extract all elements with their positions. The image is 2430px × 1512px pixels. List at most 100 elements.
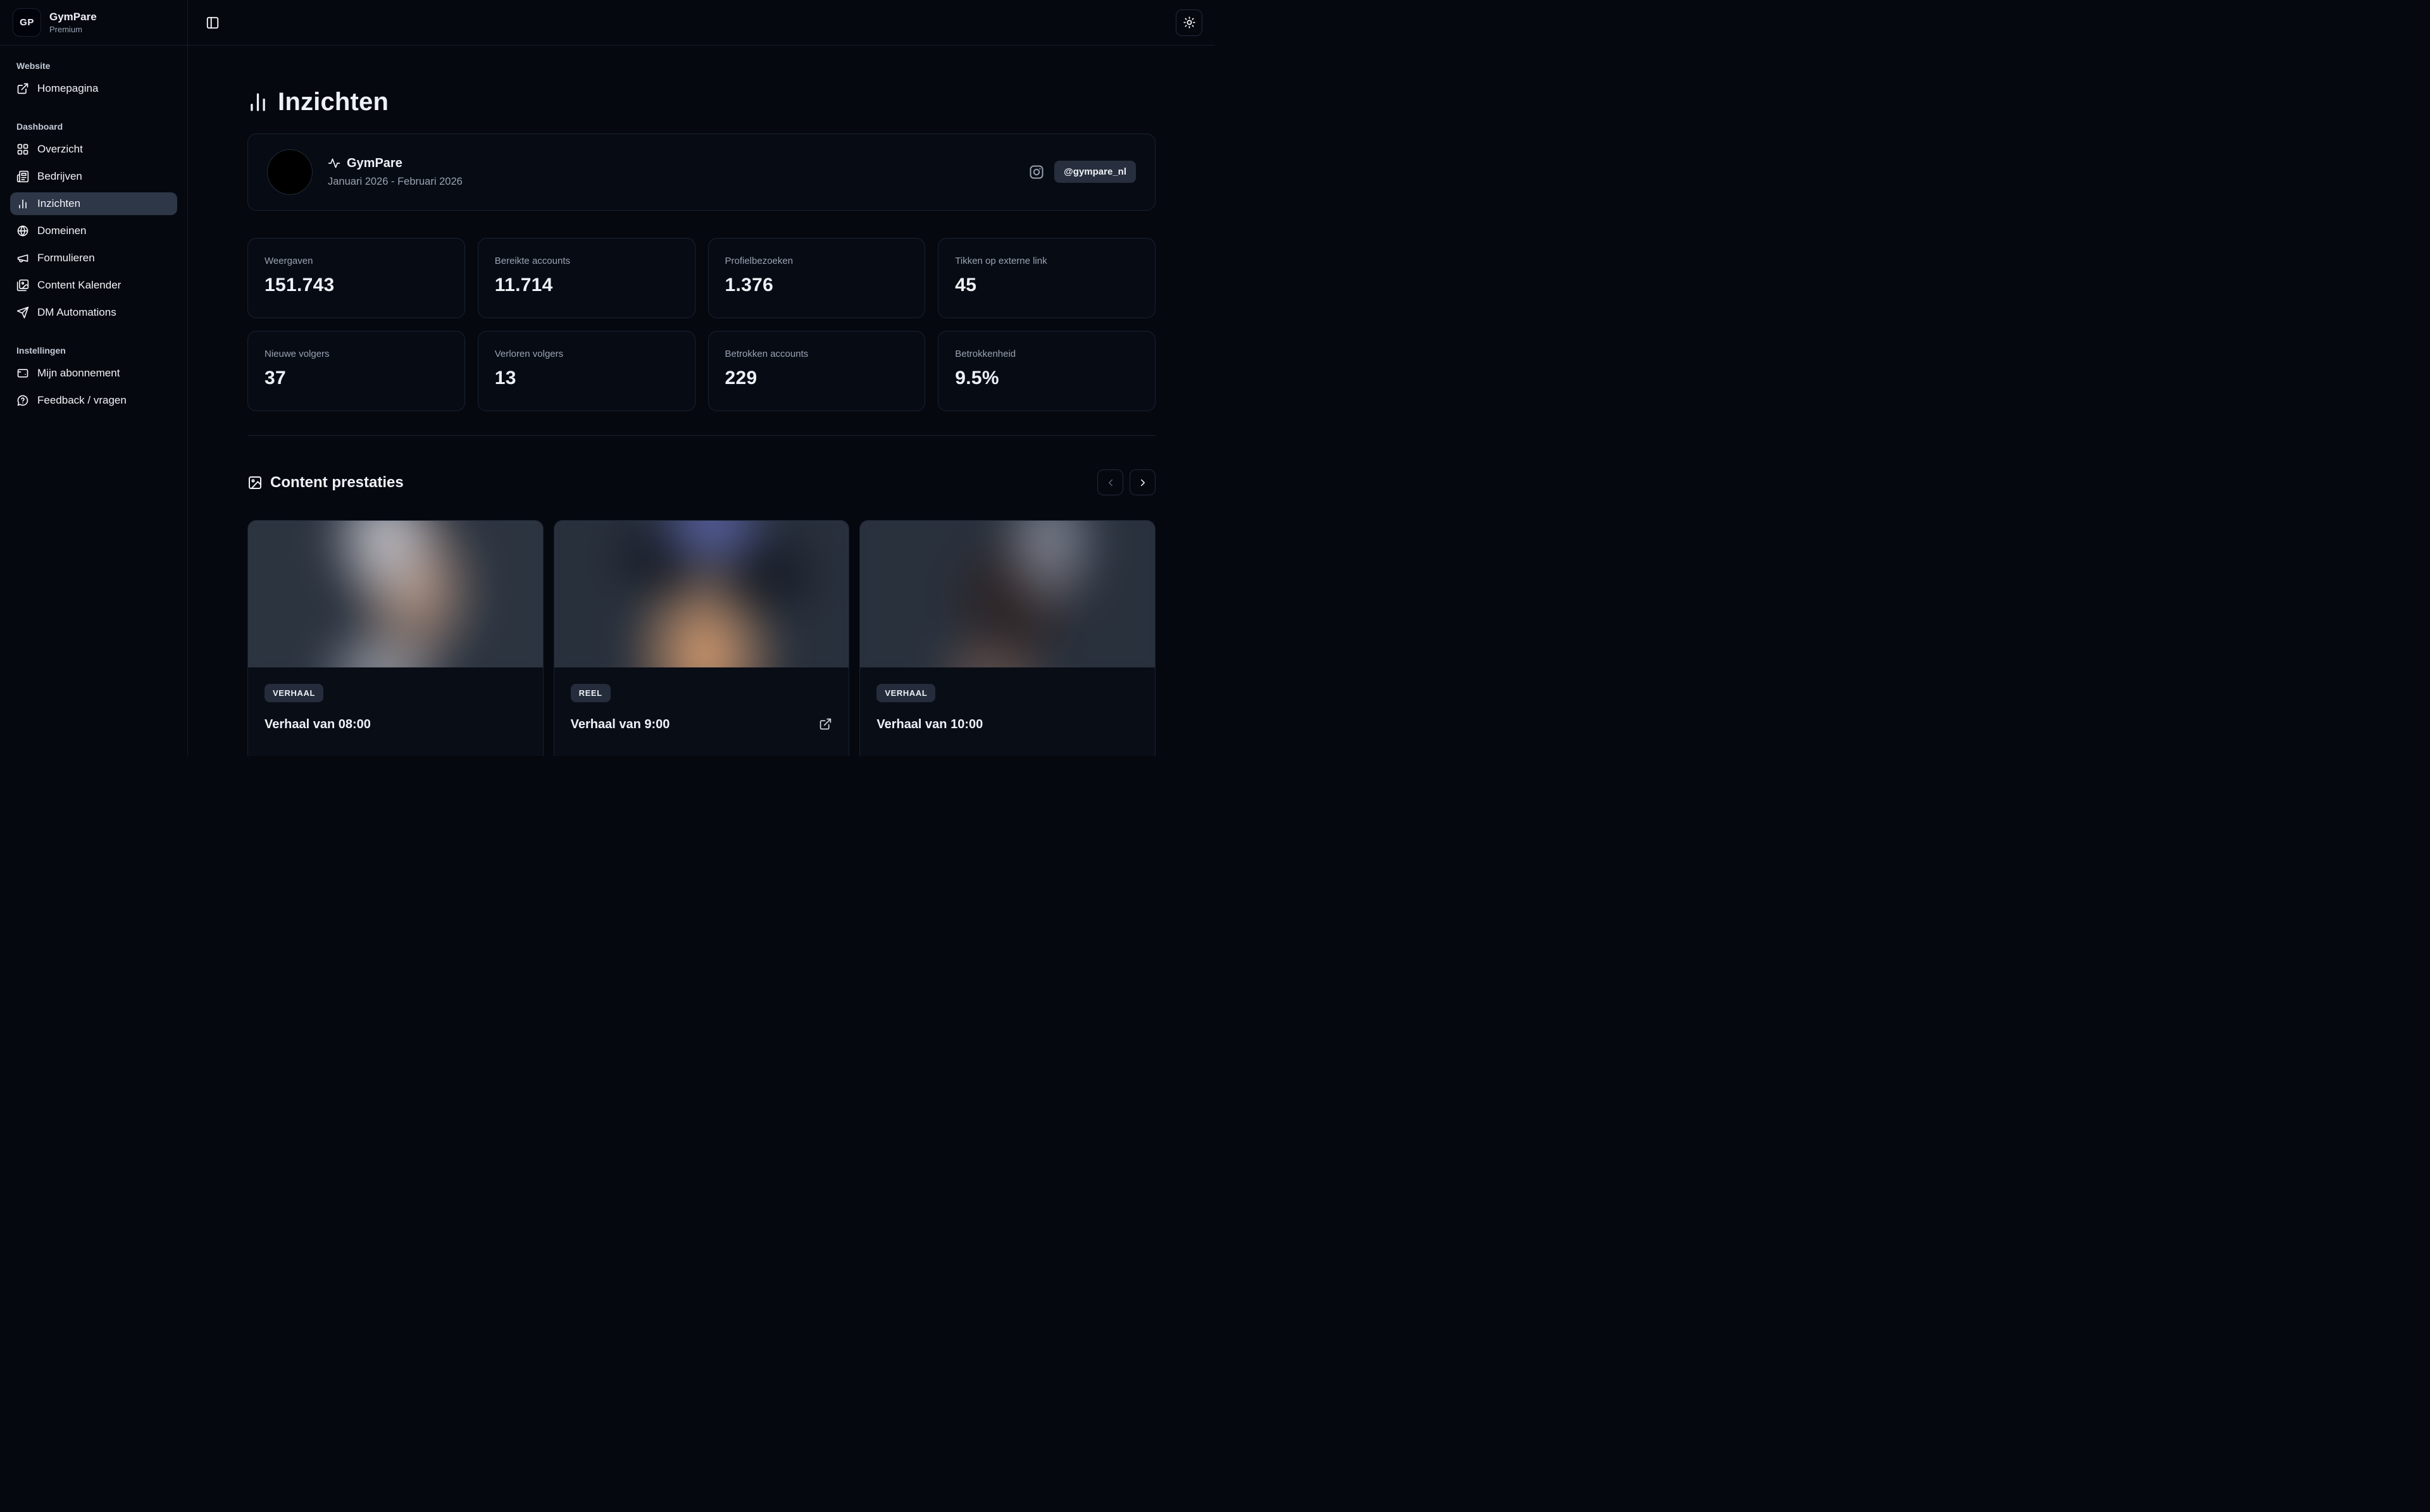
sidebar-item-label: Content Kalender xyxy=(37,279,121,292)
sidebar-item-overzicht[interactable]: Overzicht xyxy=(10,138,177,161)
sidebar-item-feedback-vragen[interactable]: Feedback / vragen xyxy=(10,389,177,412)
content-type-badge: VERHAAL xyxy=(876,684,935,702)
globe-icon xyxy=(16,225,29,237)
stat-value: 9.5% xyxy=(955,368,1138,389)
sidebar-item-formulieren[interactable]: Formulieren xyxy=(10,247,177,270)
content: Inzichten GymPare Januari 2026 - Februar… xyxy=(188,46,1215,756)
open-post-button[interactable] xyxy=(819,717,832,733)
image-icon xyxy=(247,475,263,490)
content-type-badge: VERHAAL xyxy=(265,684,323,702)
brand-plan: Premium xyxy=(49,25,97,35)
stat-value: 11.714 xyxy=(495,275,678,296)
stat-label: Profielbezoeken xyxy=(725,256,909,266)
sidebar-item-label: Mijn abonnement xyxy=(37,367,120,380)
sidebar-item-domeinen[interactable]: Domeinen xyxy=(10,220,177,242)
sidebar-item-label: Formulieren xyxy=(37,252,95,264)
sidebar-item-content-kalender[interactable]: Content Kalender xyxy=(10,274,177,297)
app-window: GP GymPare Premium Website Homepagina Da… xyxy=(0,0,1215,756)
stat-label: Nieuwe volgers xyxy=(265,349,448,359)
stat-label: Betrokken accounts xyxy=(725,349,909,359)
content-card-verhaal-0900[interactable]: REEL Verhaal van 9:00 ALGEMENE STATISTIE… xyxy=(554,520,850,756)
content-card-title-row: Verhaal van 9:00 xyxy=(571,717,833,733)
stat-label: Verloren volgers xyxy=(495,349,678,359)
main-area: Inzichten GymPare Januari 2026 - Februar… xyxy=(188,0,1215,756)
images-icon xyxy=(16,279,29,292)
bar-chart-icon xyxy=(247,92,268,113)
sidebar-nav: Website Homepagina Dashboard Overzicht B… xyxy=(0,46,187,431)
stat-card-profielbezoeken: Profielbezoeken 1.376 xyxy=(708,238,926,318)
content-card-image xyxy=(860,521,1155,667)
content-prestaties-title-text: Content prestaties xyxy=(270,474,404,492)
content-card-body: REEL Verhaal van 9:00 ALGEMENE STATISTIE… xyxy=(554,667,849,756)
content-card-image xyxy=(554,521,849,667)
content-prestaties-title: Content prestaties xyxy=(247,474,404,492)
stat-card-bereikte-accounts: Bereikte accounts 11.714 xyxy=(478,238,695,318)
nav-section-dashboard: Dashboard Overzicht Bedrijven Inzichten … xyxy=(10,121,177,324)
nav-section-instellingen: Instellingen Mijn abonnement Feedback / … xyxy=(10,345,177,412)
nav-section-website: Website Homepagina xyxy=(10,61,177,100)
stat-value: 37 xyxy=(265,368,448,389)
sidebar-item-label: Domeinen xyxy=(37,225,87,237)
content-card-verhaal-1000[interactable]: VERHAAL Verhaal van 10:00 ALGEMENE STATI… xyxy=(859,520,1156,756)
stat-card-tikken-externe-link: Tikken op externe link 45 xyxy=(938,238,1156,318)
content-card-title: Verhaal van 9:00 xyxy=(571,717,670,732)
profile-period: Januari 2026 - Februari 2026 xyxy=(328,176,463,188)
carousel-next-button[interactable] xyxy=(1130,469,1156,495)
sidebar-item-label: Homepagina xyxy=(37,82,98,95)
activity-icon xyxy=(328,157,340,170)
theme-toggle-button[interactable] xyxy=(1176,9,1202,36)
content-card-title-row: Verhaal van 08:00 xyxy=(265,717,526,732)
stat-card-weergaven: Weergaven 151.743 xyxy=(247,238,465,318)
carousel-prev-button[interactable] xyxy=(1097,469,1123,495)
content-card-body: VERHAAL Verhaal van 10:00 ALGEMENE STATI… xyxy=(860,667,1155,756)
bar-chart-icon xyxy=(16,197,29,210)
help-chat-icon xyxy=(16,394,29,407)
stat-card-betrokkenheid: Betrokkenheid 9.5% xyxy=(938,331,1156,411)
sidebar-toggle-button[interactable] xyxy=(206,16,220,30)
sidebar-item-label: Bedrijven xyxy=(37,170,82,183)
stats-grid: Weergaven 151.743 Bereikte accounts 11.7… xyxy=(247,238,1156,411)
sidebar-item-dm-automations[interactable]: DM Automations xyxy=(10,301,177,324)
stat-label: Betrokkenheid xyxy=(955,349,1138,359)
sidebar-item-label: Feedback / vragen xyxy=(37,394,127,407)
sun-icon xyxy=(1183,16,1196,29)
brand-header: GP GymPare Premium xyxy=(0,0,187,46)
stat-card-nieuwe-volgers: Nieuwe volgers 37 xyxy=(247,331,465,411)
panel-left-icon xyxy=(206,16,220,30)
stat-card-betrokken-accounts: Betrokken accounts 229 xyxy=(708,331,926,411)
content-card-title: Verhaal van 08:00 xyxy=(265,717,371,732)
newspaper-icon xyxy=(16,170,29,183)
sidebar-item-label: Inzichten xyxy=(37,197,80,210)
brand-name: GymPare xyxy=(49,11,97,23)
stat-value: 151.743 xyxy=(265,275,448,296)
brand-logo: GP xyxy=(13,8,41,37)
nav-section-label: Instellingen xyxy=(16,345,171,356)
instagram-handle-badge[interactable]: @gympare_nl xyxy=(1054,161,1136,183)
stat-card-verloren-volgers: Verloren volgers 13 xyxy=(478,331,695,411)
page-title-text: Inzichten xyxy=(278,88,389,116)
external-link-icon xyxy=(16,82,29,95)
sidebar-item-bedrijven[interactable]: Bedrijven xyxy=(10,165,177,188)
stat-value: 229 xyxy=(725,368,909,389)
sidebar-item-label: Overzicht xyxy=(37,143,83,156)
sidebar-item-label: DM Automations xyxy=(37,306,116,319)
megaphone-icon xyxy=(16,252,29,264)
wallet-icon xyxy=(16,367,29,380)
chevron-right-icon xyxy=(1137,477,1149,488)
carousel-controls xyxy=(1097,469,1156,495)
content-card-title: Verhaal van 10:00 xyxy=(876,717,983,732)
content-card-verhaal-0800[interactable]: VERHAAL Verhaal van 08:00 ALGEMENE STATI… xyxy=(247,520,544,756)
stat-label: Weergaven xyxy=(265,256,448,266)
sidebar-item-homepagina[interactable]: Homepagina xyxy=(10,77,177,100)
sidebar-item-inzichten[interactable]: Inzichten xyxy=(10,192,177,215)
section-divider xyxy=(247,435,1156,436)
stat-value: 45 xyxy=(955,275,1138,296)
stat-value: 13 xyxy=(495,368,678,389)
sidebar: GP GymPare Premium Website Homepagina Da… xyxy=(0,0,188,756)
page-title: Inzichten xyxy=(247,88,1156,116)
profile-social: @gympare_nl xyxy=(1029,161,1136,183)
sidebar-item-mijn-abonnement[interactable]: Mijn abonnement xyxy=(10,362,177,385)
profile-name: GymPare xyxy=(347,156,402,171)
content-card-body: VERHAAL Verhaal van 08:00 ALGEMENE STATI… xyxy=(248,667,543,756)
content-cards: VERHAAL Verhaal van 08:00 ALGEMENE STATI… xyxy=(247,520,1156,756)
